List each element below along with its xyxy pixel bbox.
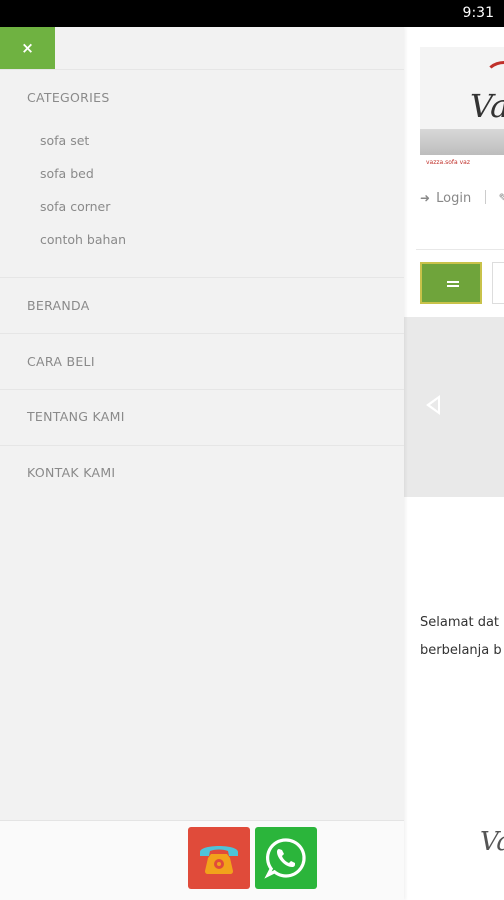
search-toggle-button[interactable] [492, 262, 504, 304]
hamburger-icon [447, 281, 459, 283]
category-item-contoh-bahan[interactable]: contoh bahan [40, 232, 126, 247]
divider [0, 69, 404, 70]
login-label: Login [436, 191, 472, 206]
login-link[interactable]: ➜ Login ✎ [420, 190, 504, 206]
nav-item-cara-beli[interactable]: CARA BELI [27, 354, 95, 369]
banner-photo: ة [420, 129, 504, 155]
divider [0, 333, 404, 334]
banner-strip: vazza.sofa vaz [420, 155, 504, 170]
welcome-text-line-2: berbelanja b [420, 643, 502, 658]
menu-toggle-button[interactable] [420, 262, 482, 304]
category-item-sofa-set[interactable]: sofa set [40, 133, 89, 148]
phone-icon [200, 846, 238, 874]
nav-item-tentang-kami[interactable]: TENTANG KAMI [27, 409, 125, 424]
whatsapp-button[interactable] [255, 827, 317, 889]
page-content: Va ة vazza.sofa vaz ➜ Login ✎ Selamat da… [404, 27, 504, 900]
divider [416, 249, 504, 250]
navigation-drawer: × CATEGORIES sofa set sofa bed sofa corn… [0, 27, 404, 900]
status-bar: 9:31 [0, 0, 504, 27]
whatsapp-icon [264, 838, 306, 879]
nav-item-kontak-kami[interactable]: KONTAK KAMI [27, 465, 115, 480]
slider-prev-icon[interactable] [426, 395, 440, 415]
banner-logo: Va [470, 87, 504, 125]
divider [0, 389, 404, 390]
footer-logo: Va [480, 827, 504, 857]
categories-title: CATEGORIES [27, 90, 110, 105]
image-slider [404, 317, 504, 497]
category-item-sofa-corner[interactable]: sofa corner [40, 199, 110, 214]
sign-in-icon: ➜ [420, 191, 431, 205]
divider [0, 277, 404, 278]
call-button[interactable] [188, 827, 250, 889]
welcome-text-line-1: Selamat dat [420, 615, 500, 630]
close-drawer-button[interactable]: × [0, 27, 55, 69]
store-banner[interactable]: Va ة vazza.sofa vaz [420, 47, 504, 170]
nav-item-beranda[interactable]: BERANDA [27, 298, 90, 313]
divider [0, 445, 404, 446]
category-item-sofa-bed[interactable]: sofa bed [40, 166, 94, 181]
separator [485, 190, 487, 204]
edit-icon[interactable]: ✎ [499, 191, 504, 205]
status-time: 9:31 [462, 5, 494, 21]
